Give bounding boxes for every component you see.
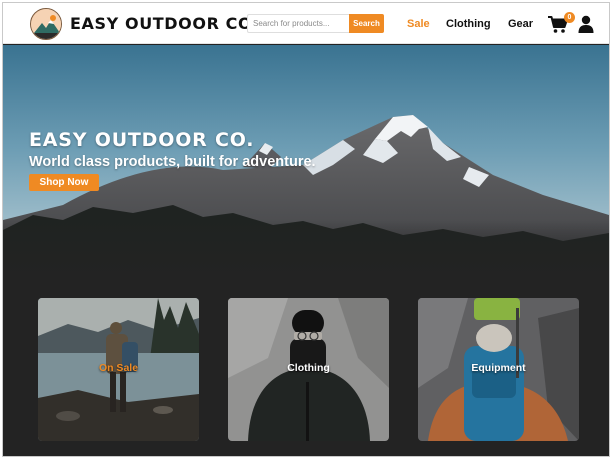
search-input[interactable] — [247, 14, 349, 33]
site-header: EASY OUTDOOR CO. Search Sale Clothing Ge… — [3, 3, 609, 44]
user-icon[interactable] — [578, 15, 594, 33]
search-button[interactable]: Search — [349, 14, 384, 33]
nav-sale[interactable]: Sale — [407, 18, 430, 30]
logo[interactable] — [30, 8, 62, 40]
category-card-equipment[interactable]: Equipment — [418, 298, 579, 441]
page-frame: EASY OUTDOOR CO. Search Sale Clothing Ge… — [2, 2, 610, 457]
nav-clothing[interactable]: Clothing — [446, 18, 491, 30]
hero-subtitle: World class products, built for adventur… — [29, 154, 316, 170]
hero-title: EASY OUTDOOR CO. — [29, 129, 255, 151]
category-label-on-sale: On Sale — [98, 362, 139, 374]
category-label-clothing: Clothing — [287, 362, 330, 374]
category-card-on-sale[interactable]: On Sale — [38, 298, 199, 441]
nav-gear[interactable]: Gear — [508, 18, 533, 30]
shop-now-button[interactable]: Shop Now — [29, 174, 99, 191]
category-card-clothing[interactable]: Clothing — [228, 298, 389, 441]
hero-banner: EASY OUTDOOR CO. World class products, b… — [3, 45, 609, 275]
category-label-equipment: Equipment — [471, 362, 526, 374]
brand-name[interactable]: EASY OUTDOOR CO. — [70, 14, 259, 33]
cart-count-badge: 0 — [564, 12, 575, 23]
